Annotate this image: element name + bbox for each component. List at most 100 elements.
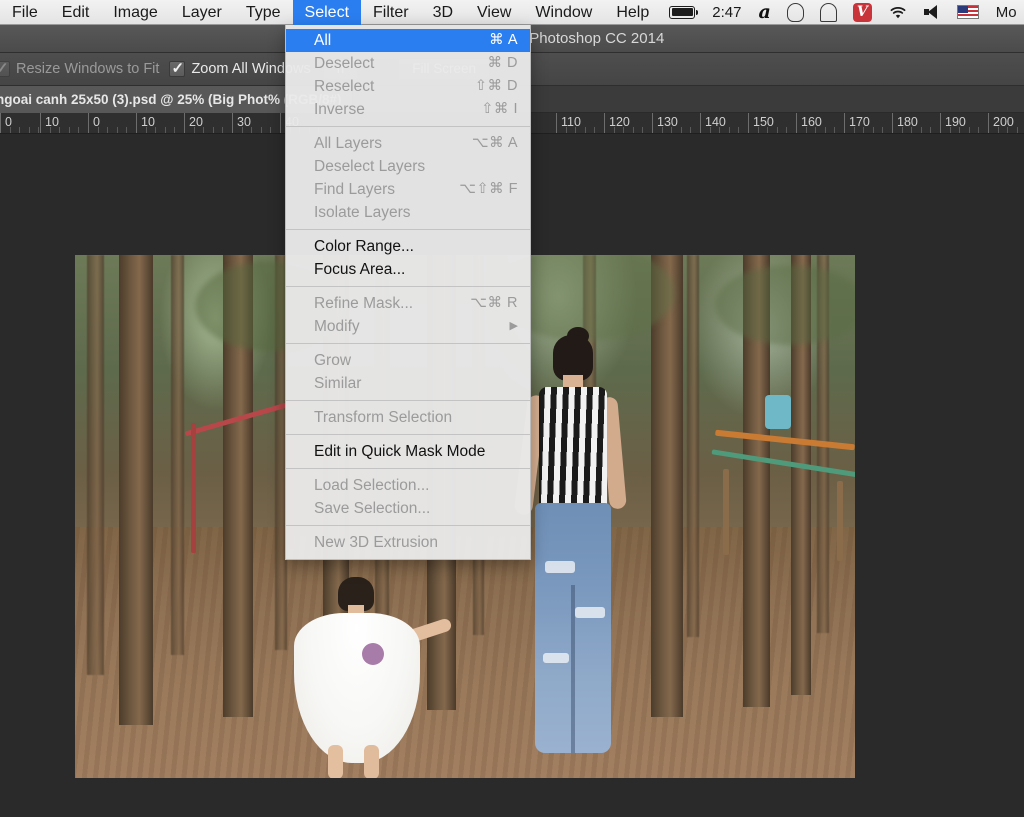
ruler-minor-tick [146,127,147,134]
menu-item-inverse: Inverse⇧⌘ I [286,98,530,121]
menu-bar-item-select[interactable]: Select [293,0,361,25]
menu-separator [286,126,530,127]
menu-item-label: New 3D Extrusion [314,531,438,554]
jeans-rip [575,607,605,618]
menu-item-label: Edit in Quick Mask Mode [314,440,485,463]
ruler-minor-tick [270,127,271,134]
ruler-label: 200 [993,115,1014,129]
ruler-minor-tick [1007,127,1008,134]
menu-item-shortcut: ⌥⌘ A [472,132,518,155]
child-figure [280,577,450,777]
menu-bar-item-filter[interactable]: Filter [361,0,421,25]
ruler-minor-tick [566,127,567,134]
menu-bar-item-layer[interactable]: Layer [170,0,234,25]
ruler-label: 150 [753,115,774,129]
menu-item-save-selection: Save Selection... [286,497,530,520]
ruler-minor-tick [690,127,691,134]
menu-item-color-range[interactable]: Color Range... [286,235,530,258]
menu-bar-item-help[interactable]: Help [604,0,661,25]
ruler-minor-tick [834,127,835,134]
ruler-minor-tick [681,127,682,134]
submenu-arrow-icon: ▶ [510,315,518,338]
menu-item-shortcut: ⌘ A [489,29,518,52]
menu-item-deselect: Deselect⌘ D [286,52,530,75]
ruler-minor-tick [174,127,175,134]
menu-item-edit-in-quick-mask-mode[interactable]: Edit in Quick Mask Mode [286,440,530,463]
menu-item-label: Deselect Layers [314,155,425,178]
ruler-minor-tick [662,127,663,134]
ruler-minor-tick [863,127,864,134]
menu-item-focus-area[interactable]: Focus Area... [286,258,530,281]
ruler-minor-tick [873,127,874,134]
ruler-minor-tick [998,127,999,134]
ruler-minor-tick [959,127,960,134]
menu-item-deselect-layers: Deselect Layers [286,155,530,178]
resize-windows-to-fit-checkbox[interactable]: Resize Windows to Fit [0,61,159,77]
clock[interactable]: 2:47 [703,0,750,25]
ruler-label: 110 [561,115,581,129]
menu-bar-item-window[interactable]: Window [523,0,604,25]
menu-bar-item-image[interactable]: Image [101,0,169,25]
ruler-minor-tick [758,127,759,134]
adobe-a-icon[interactable]: a [750,0,778,25]
ruler-minor-tick [767,127,768,134]
select-menu-dropdown[interactable]: All⌘ ADeselect⌘ DReselect⇧⌘ DInverse⇧⌘ I… [285,25,531,560]
ruler-tick [988,113,989,134]
input-source-label[interactable]: Mo [987,0,1024,25]
ruler-minor-tick [671,127,672,134]
ruler-minor-tick [854,127,855,134]
woman-leg-split [571,585,575,753]
menu-item-isolate-layers: Isolate Layers [286,201,530,224]
resize-windows-checkbox-box[interactable] [0,61,10,77]
ruler-tick [40,113,41,134]
menu-item-label: Transform Selection [314,406,452,429]
menu-item-similar: Similar [286,372,530,395]
dropbox-blob-icon[interactable] [812,0,845,25]
vivaldi-icon[interactable]: V [845,0,880,25]
menu-bar-item-edit[interactable]: Edit [50,0,102,25]
menu-item-label: Focus Area... [314,258,405,281]
cloud-blob-icon[interactable] [779,0,812,25]
menu-item-label: Load Selection... [314,474,429,497]
ruler-minor-tick [882,127,883,134]
battery-icon[interactable] [661,0,703,25]
menu-separator [286,525,530,526]
ruler-label: 190 [945,115,966,129]
us-flag-icon[interactable] [949,0,987,25]
menu-item-label: Isolate Layers [314,201,411,224]
ruler-minor-tick [738,127,739,134]
ruler-minor-tick [1017,127,1018,134]
menu-item-refine-mask: Refine Mask...⌥⌘ R [286,292,530,315]
wifi-icon[interactable] [880,0,916,25]
speaker-icon[interactable] [916,0,949,25]
menu-item-all[interactable]: All⌘ A [286,29,530,52]
ruler-minor-tick [815,127,816,134]
ruler-label: 10 [45,115,59,129]
ruler-minor-tick [614,127,615,134]
ruler-minor-tick [69,127,70,134]
tree-trunk [119,255,153,725]
menu-item-label: Reselect [314,75,374,98]
menu-separator [286,343,530,344]
macos-menu-bar: FileEditImageLayerTypeSelectFilter3DView… [0,0,1024,25]
ruler-minor-tick [585,127,586,134]
ruler-tick [556,113,557,134]
ruler-minor-tick [921,127,922,134]
ruler-minor-tick [633,127,634,134]
ruler-label: 170 [849,115,870,129]
menu-bar-item-view[interactable]: View [465,0,523,25]
menu-item-shortcut: ⌘ D [488,52,519,75]
menu-item-label: Save Selection... [314,497,430,520]
ruler-minor-tick [203,127,204,134]
adobe-a-glyph: a [758,0,770,25]
ruler-label: 30 [237,115,251,129]
zoom-all-checkbox-box[interactable] [169,61,185,77]
ruler-minor-tick [10,127,11,134]
menu-bar-item-file[interactable]: File [0,0,50,25]
menu-bar-item-3d[interactable]: 3D [421,0,465,25]
ruler-minor-tick [213,127,214,134]
menu-bar-item-type[interactable]: Type [234,0,293,25]
menu-item-shortcut: ⇧⌘ I [481,98,518,121]
ruler-tick [604,113,605,134]
ruler-minor-tick [978,127,979,134]
